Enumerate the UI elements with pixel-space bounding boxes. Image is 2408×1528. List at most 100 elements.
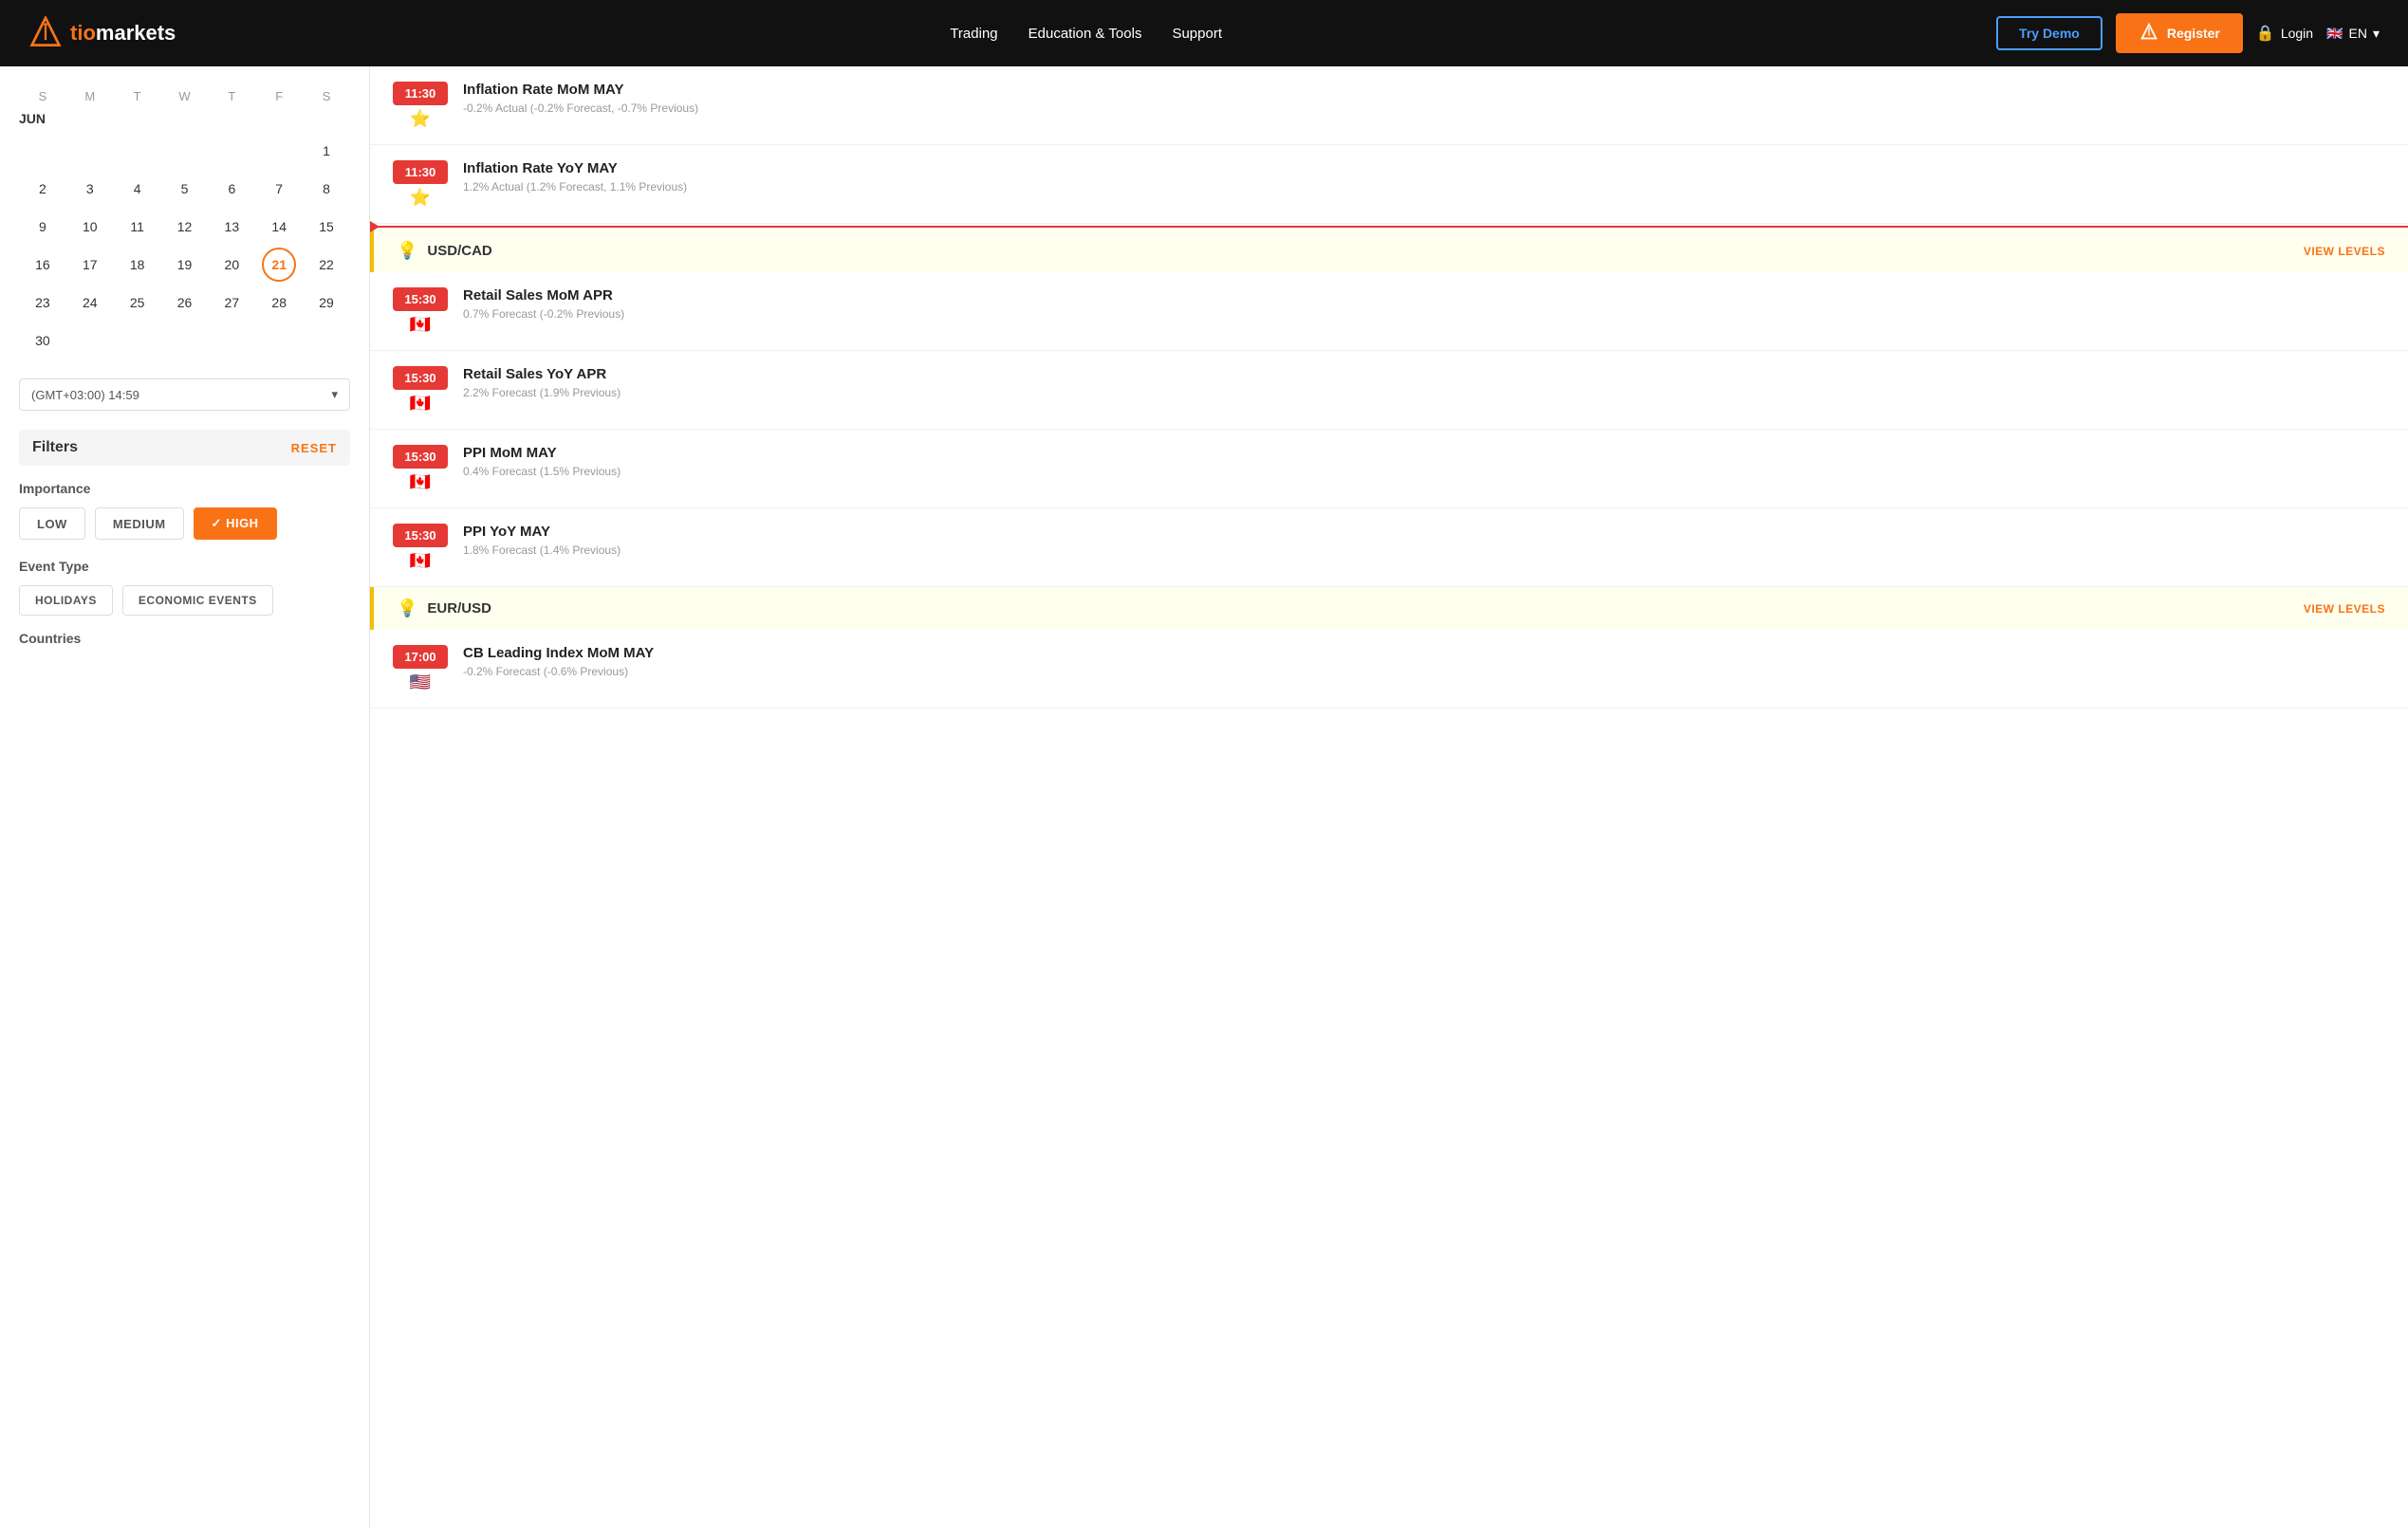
weekday-mon: M bbox=[66, 85, 114, 107]
event-detail-3: 0.7% Forecast (-0.2% Previous) bbox=[463, 307, 2385, 321]
calendar-day-27[interactable]: 27 bbox=[214, 285, 249, 320]
try-demo-button[interactable]: Try Demo bbox=[1996, 16, 2102, 50]
event-detail-4: 2.2% Forecast (1.9% Previous) bbox=[463, 386, 2385, 399]
filters-header: Filters RESET bbox=[19, 430, 350, 466]
main-nav: Trading Education & Tools Support bbox=[950, 26, 1222, 42]
logo: tiomarkets bbox=[28, 16, 176, 50]
nav-support[interactable]: Support bbox=[1172, 26, 1222, 42]
time-badge-1130-1: 11:30 bbox=[393, 82, 448, 105]
event-cb-leading-index: 17:00 🇺🇸 CB Leading Index MoM MAY -0.2% … bbox=[370, 630, 2408, 709]
view-levels-usdcad-button[interactable]: VIEW LEVELS bbox=[2304, 245, 2385, 258]
flag-hk-1: ⭐ bbox=[393, 109, 448, 129]
calendar-day-3[interactable]: 3 bbox=[73, 172, 107, 206]
calendar-day-29[interactable]: 29 bbox=[309, 285, 343, 320]
calendar-day-23[interactable]: 23 bbox=[26, 285, 60, 320]
event-time-badge-2: 11:30 ⭐ bbox=[393, 160, 448, 208]
register-icon bbox=[2139, 23, 2159, 44]
weekday-sat: S bbox=[303, 85, 350, 107]
filters-section: Filters RESET Importance LOW MEDIUM HIGH… bbox=[19, 430, 350, 646]
calendar-day-15[interactable]: 15 bbox=[309, 210, 343, 244]
flag-ca-3: 🇨🇦 bbox=[393, 472, 448, 492]
login-label: Login bbox=[2281, 26, 2313, 41]
calendar-day-2[interactable]: 2 bbox=[26, 172, 60, 206]
calendar-day-17[interactable]: 17 bbox=[73, 248, 107, 282]
currency-band-usdcad: 💡 USD/CAD VIEW LEVELS bbox=[370, 230, 2408, 272]
chevron-down-icon: ▾ bbox=[2373, 26, 2380, 42]
flag-ca-2: 🇨🇦 bbox=[393, 394, 448, 414]
view-levels-eurusd-button[interactable]: VIEW LEVELS bbox=[2304, 602, 2385, 616]
nav-education-tools[interactable]: Education & Tools bbox=[1028, 26, 1142, 42]
calendar-day-16[interactable]: 16 bbox=[26, 248, 60, 282]
event-inflation-yoy: 11:30 ⭐ Inflation Rate YoY MAY 1.2% Actu… bbox=[370, 145, 2408, 224]
event-info-1: Inflation Rate MoM MAY -0.2% Actual (-0.… bbox=[463, 82, 2385, 115]
calendar-day-25[interactable]: 25 bbox=[120, 285, 155, 320]
bulb-icon-1: 💡 bbox=[397, 241, 417, 261]
timezone-label: (GMT+03:00) 14:59 bbox=[31, 388, 139, 402]
importance-medium-button[interactable]: MEDIUM bbox=[95, 507, 184, 540]
calendar-day-10[interactable]: 10 bbox=[73, 210, 107, 244]
calendar-day-11[interactable]: 11 bbox=[120, 210, 155, 244]
dropdown-icon: ▾ bbox=[331, 387, 338, 402]
calendar-day-8[interactable]: 8 bbox=[309, 172, 343, 206]
login-button[interactable]: 🔒 Login bbox=[2256, 24, 2313, 43]
event-title-1: Inflation Rate MoM MAY bbox=[463, 82, 2385, 98]
language-selector[interactable]: 🇬🇧 EN ▾ bbox=[2326, 26, 2380, 42]
calendar-day-30[interactable]: 30 bbox=[26, 323, 60, 358]
register-button[interactable]: Register bbox=[2116, 13, 2243, 53]
timezone-selector[interactable]: (GMT+03:00) 14:59 ▾ bbox=[19, 378, 350, 411]
calendar-day-7[interactable]: 7 bbox=[262, 172, 296, 206]
calendar-day-4[interactable]: 4 bbox=[120, 172, 155, 206]
flag-icon: 🇬🇧 bbox=[2326, 26, 2343, 42]
calendar-day-20[interactable]: 20 bbox=[214, 248, 249, 282]
bulb-icon-2: 💡 bbox=[397, 598, 417, 618]
reset-button[interactable]: RESET bbox=[291, 441, 337, 455]
header-actions: Try Demo Register 🔒 Login 🇬🇧 EN ▾ bbox=[1996, 13, 2380, 53]
event-detail-7: -0.2% Forecast (-0.6% Previous) bbox=[463, 665, 2385, 678]
calendar: S M T W T F S JUN12345678910111213141516… bbox=[19, 85, 350, 359]
calendar-day-26[interactable]: 26 bbox=[167, 285, 201, 320]
weekday-sun: S bbox=[19, 85, 66, 107]
event-title-4: Retail Sales YoY APR bbox=[463, 366, 2385, 382]
event-type-holidays-button[interactable]: HOLIDAYS bbox=[19, 585, 113, 616]
event-type-buttons: HOLIDAYS ECONOMIC EVENTS bbox=[19, 585, 350, 616]
calendar-day-19[interactable]: 19 bbox=[167, 248, 201, 282]
weekday-tue: T bbox=[114, 85, 161, 107]
calendar-day-24[interactable]: 24 bbox=[73, 285, 107, 320]
flag-us-1: 🇺🇸 bbox=[393, 672, 448, 692]
time-badge-1530-4: 15:30 bbox=[393, 524, 448, 547]
calendar-day-6[interactable]: 6 bbox=[214, 172, 249, 206]
event-type-economic-button[interactable]: ECONOMIC EVENTS bbox=[122, 585, 273, 616]
nav-trading[interactable]: Trading bbox=[950, 26, 997, 42]
time-badge-1130-2: 11:30 bbox=[393, 160, 448, 184]
importance-high-button[interactable]: HIGH bbox=[194, 507, 277, 540]
importance-label: Importance bbox=[19, 481, 350, 496]
calendar-weekdays: S M T W T F S bbox=[19, 85, 350, 107]
calendar-day-9[interactable]: 9 bbox=[26, 210, 60, 244]
calendar-day-22[interactable]: 22 bbox=[309, 248, 343, 282]
calendar-day-28[interactable]: 28 bbox=[262, 285, 296, 320]
calendar-day-1[interactable]: 1 bbox=[309, 134, 343, 168]
event-retail-sales-yoy: 15:30 🇨🇦 Retail Sales YoY APR 2.2% Forec… bbox=[370, 351, 2408, 430]
logo-tio: tio bbox=[70, 21, 96, 45]
calendar-day-21[interactable]: 21 bbox=[262, 248, 296, 282]
currency-band-left-1: 💡 USD/CAD bbox=[397, 241, 492, 261]
flag-hk-2: ⭐ bbox=[393, 188, 448, 208]
event-type-label: Event Type bbox=[19, 559, 350, 574]
calendar-month: JUN bbox=[19, 111, 350, 126]
calendar-day-5[interactable]: 5 bbox=[167, 172, 201, 206]
event-time-col-1: 15:30 🇨🇦 bbox=[393, 287, 448, 335]
lock-icon: 🔒 bbox=[2256, 24, 2275, 43]
importance-low-button[interactable]: LOW bbox=[19, 507, 85, 540]
event-time-col-2: 15:30 🇨🇦 bbox=[393, 366, 448, 414]
flag-ca-4: 🇨🇦 bbox=[393, 551, 448, 571]
event-info-3: Retail Sales MoM APR 0.7% Forecast (-0.2… bbox=[463, 287, 2385, 321]
event-title-2: Inflation Rate YoY MAY bbox=[463, 160, 2385, 176]
calendar-day-18[interactable]: 18 bbox=[120, 248, 155, 282]
event-title-7: CB Leading Index MoM MAY bbox=[463, 645, 2385, 661]
event-info-7: CB Leading Index MoM MAY -0.2% Forecast … bbox=[463, 645, 2385, 678]
calendar-day-13[interactable]: 13 bbox=[214, 210, 249, 244]
time-separator bbox=[370, 226, 2408, 228]
main-layout: S M T W T F S JUN12345678910111213141516… bbox=[0, 66, 2408, 1528]
calendar-day-12[interactable]: 12 bbox=[167, 210, 201, 244]
calendar-day-14[interactable]: 14 bbox=[262, 210, 296, 244]
